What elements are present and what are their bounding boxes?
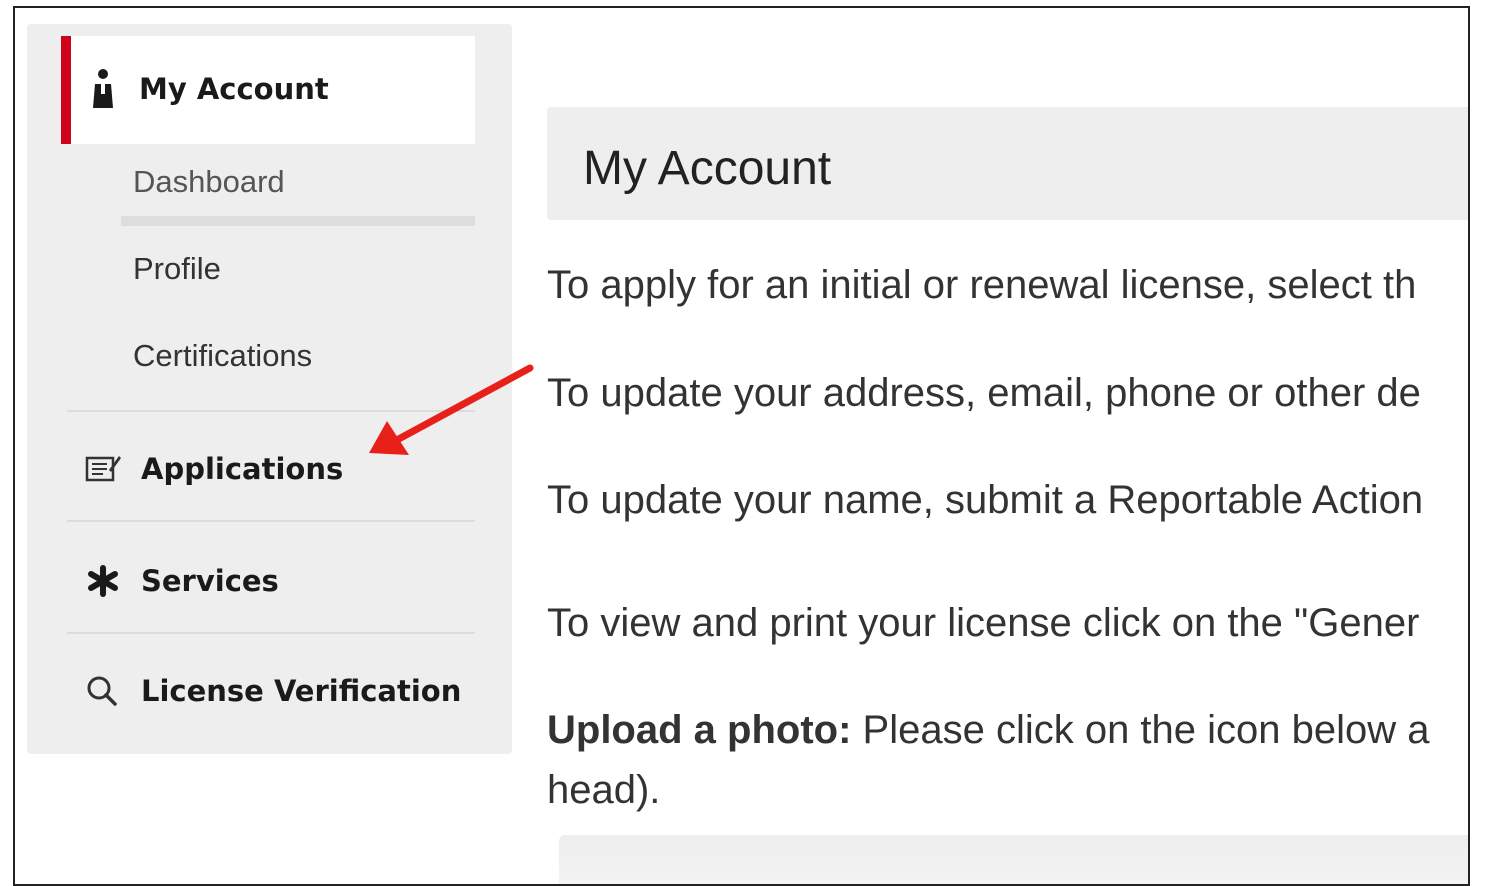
asterisk-icon [88,565,118,597]
info-paragraph-update-address: To update your address, email, phone or … [547,371,1421,415]
sidebar-item-label: My Account [139,72,329,106]
upload-photo-label: Upload a photo: [547,708,852,752]
page-title: My Account [583,142,832,195]
upload-photo-paragraph: Upload a photo: Please click on the icon… [547,708,1430,753]
screenshot-frame: My Account Dashboard Profile Certificati… [13,6,1470,886]
info-paragraph-update-name: To update your name, submit a Reportable… [547,478,1424,522]
sidebar-item-label: License Verification [141,674,462,708]
sidebar-subitem-certifications[interactable]: Certifications [133,338,312,374]
section-divider [67,632,475,634]
sidebar-item-services[interactable]: Services [67,554,497,614]
person-icon [93,69,113,108]
sidebar-subitem-dashboard[interactable]: Dashboard [133,164,285,200]
sidebar-item-label: Services [141,564,279,598]
photo-upload-area[interactable] [559,835,1468,884]
sidebar-subitem-profile[interactable]: Profile [133,251,221,287]
section-divider [67,520,475,522]
upload-photo-text-continued: head). [547,768,661,812]
annotation-arrow [369,364,534,455]
upload-photo-text: Please click on the icon below a [851,708,1430,752]
info-paragraph-view-license: To view and print your license click on … [547,601,1420,645]
subitem-divider [121,216,475,226]
main-content: My Account To apply for an initial or re… [547,8,1468,884]
info-paragraph-apply: To apply for an initial or renewal licen… [547,263,1417,307]
sidebar-item-license-verification[interactable]: License Verification [67,664,497,724]
sidebar-item-label: Applications [141,452,344,486]
sidebar-item-my-account[interactable]: My Account [61,36,475,144]
page-title-bar: My Account [547,107,1468,220]
search-icon [87,676,117,706]
document-edit-icon [85,456,121,482]
